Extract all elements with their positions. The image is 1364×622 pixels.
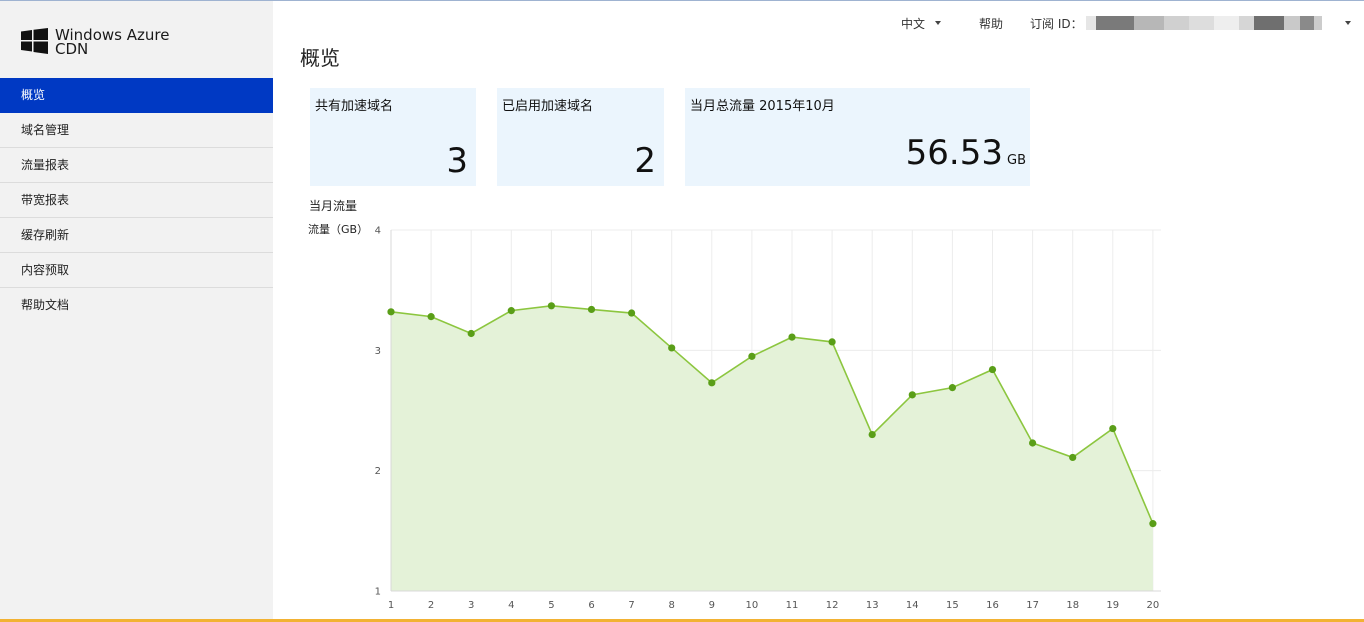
language-selector[interactable]: 中文 xyxy=(901,15,942,31)
card-total-domains: 共有加速域名 3 xyxy=(310,88,476,186)
data-point xyxy=(387,308,395,316)
x-tick-label: 15 xyxy=(946,600,959,611)
language-label: 中文 xyxy=(901,16,926,31)
x-tick-label: 4 xyxy=(508,600,514,611)
data-point xyxy=(1149,520,1157,528)
data-point xyxy=(1069,453,1077,462)
x-tick-label: 6 xyxy=(588,600,594,611)
data-point xyxy=(668,344,676,352)
x-tick-label: 20 xyxy=(1147,600,1160,611)
data-point xyxy=(948,384,957,392)
x-tick-label: 1 xyxy=(388,600,394,611)
sidebar: Windows Azure CDN 概览 域名管理 流量报表 带宽报表 缓存刷新… xyxy=(0,1,273,619)
x-tick-label: 11 xyxy=(786,600,799,611)
sidebar-item-help-docs[interactable]: 帮助文档 xyxy=(0,288,273,323)
data-point xyxy=(547,302,555,310)
subscription-label: 订阅 ID： xyxy=(1030,16,1083,31)
data-point xyxy=(828,338,836,346)
logo-text: Windows Azure CDN xyxy=(55,28,169,58)
card-value-number: 56.53 xyxy=(905,133,1003,173)
card-value-number: 3 xyxy=(446,141,468,181)
data-point xyxy=(788,333,796,341)
sidebar-item-domain-management[interactable]: 域名管理 xyxy=(0,113,273,148)
card-value-unit: GB xyxy=(1007,153,1026,168)
subscription-chevron-down-icon[interactable] xyxy=(1345,21,1351,25)
x-tick-label: 7 xyxy=(628,600,634,611)
data-point xyxy=(507,307,515,315)
series-area xyxy=(391,305,1153,591)
card-label: 当月总流量 2015年10月 xyxy=(690,99,835,114)
x-tick-label: 14 xyxy=(906,600,919,611)
data-point xyxy=(427,313,435,321)
page-title: 概览 xyxy=(300,46,340,70)
subscription-id-redacted xyxy=(1085,16,1322,30)
card-value: 56.53 GB xyxy=(906,136,1026,178)
card-value: 3 xyxy=(446,144,468,178)
x-tick-label: 17 xyxy=(1026,600,1039,611)
sidebar-item-traffic-report[interactable]: 流量报表 xyxy=(0,148,273,183)
card-monthly-traffic: 当月总流量 2015年10月 56.53 GB xyxy=(685,88,1030,186)
data-point xyxy=(868,430,876,439)
data-point xyxy=(587,305,596,314)
logo[interactable]: Windows Azure CDN xyxy=(21,28,169,58)
sidebar-item-cache-refresh[interactable]: 缓存刷新 xyxy=(0,218,273,253)
sidebar-item-overview[interactable]: 概览 xyxy=(0,78,273,113)
subscription-id: 订阅 ID： xyxy=(1030,15,1322,31)
data-point xyxy=(467,329,475,338)
sidebar-item-bandwidth-report[interactable]: 带宽报表 xyxy=(0,183,273,218)
x-tick-label: 12 xyxy=(826,600,839,611)
data-point xyxy=(1109,424,1117,433)
y-tick-label: 2 xyxy=(375,466,381,477)
logo-subtitle: CDN xyxy=(55,40,89,58)
card-label: 已启用加速域名 xyxy=(502,99,594,114)
data-point xyxy=(908,391,916,399)
card-enabled-domains: 已启用加速域名 2 xyxy=(497,88,664,186)
card-label: 共有加速域名 xyxy=(315,99,394,114)
card-value-number: 2 xyxy=(634,141,656,181)
x-tick-label: 16 xyxy=(986,600,999,611)
x-tick-label: 2 xyxy=(428,600,434,611)
x-tick-label: 19 xyxy=(1106,600,1119,611)
data-point xyxy=(708,379,716,387)
traffic-chart: 12341 2 3 4 5 6 7 8 9 10 11 12 13 14 15 16 17 18 19 20 xyxy=(375,226,1161,611)
y-tick-label: 3 xyxy=(375,346,381,357)
y-tick-label: 1 xyxy=(375,587,381,598)
data-point xyxy=(988,365,997,374)
x-tick-label: 18 xyxy=(1066,600,1079,611)
x-tick-label: 5 xyxy=(548,600,554,611)
x-tick-label: 9 xyxy=(709,600,715,611)
data-point xyxy=(748,352,756,360)
chevron-down-icon xyxy=(935,21,942,25)
data-point xyxy=(1029,439,1037,447)
data-point xyxy=(628,309,636,317)
x-tick-label: 3 xyxy=(468,600,474,611)
x-tick-label: 10 xyxy=(746,600,759,611)
x-tick-label: 8 xyxy=(669,600,675,611)
sidebar-item-content-prefetch[interactable]: 内容预取 xyxy=(0,253,273,288)
chart-title: 当月流量 xyxy=(309,199,358,213)
card-value: 2 xyxy=(634,144,656,178)
help-link[interactable]: 帮助 xyxy=(979,15,1003,31)
windows-logo-icon xyxy=(21,28,48,54)
x-tick-label: 13 xyxy=(866,600,879,611)
y-tick-label: 4 xyxy=(375,226,381,237)
sidebar-nav: 概览 域名管理 流量报表 带宽报表 缓存刷新 内容预取 帮助文档 xyxy=(0,78,273,323)
